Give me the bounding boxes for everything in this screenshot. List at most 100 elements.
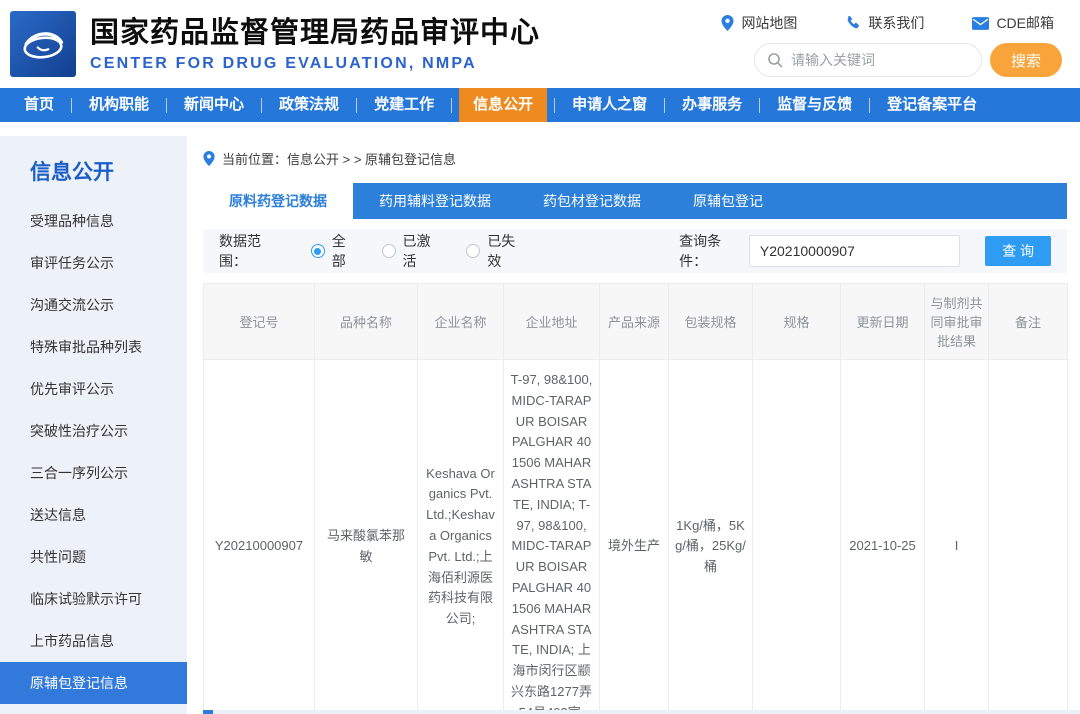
search-input[interactable] bbox=[755, 44, 981, 76]
sidebar-item-common-issues[interactable]: 共性问题 bbox=[0, 536, 187, 578]
search-icon bbox=[767, 52, 783, 68]
nav-divider bbox=[166, 98, 167, 113]
nav-divider bbox=[261, 98, 262, 113]
nav-item-services[interactable]: 办事服务 bbox=[672, 88, 752, 122]
swan-emblem-icon bbox=[15, 16, 71, 72]
cde-logo-icon bbox=[10, 11, 76, 77]
nav-divider bbox=[759, 98, 760, 113]
col-company-address: 企业地址 bbox=[504, 284, 600, 360]
top-links: 网站地图 联系我们 CDE邮箱 bbox=[721, 13, 1054, 33]
tab-api-registration-data[interactable]: 原料药登记数据 bbox=[203, 183, 353, 219]
query-button[interactable]: 查 询 bbox=[985, 236, 1051, 266]
sidebar-item-review-tasks[interactable]: 审评任务公示 bbox=[0, 242, 187, 284]
tab-raw-material-registration[interactable]: 原辅包登记 bbox=[667, 183, 789, 219]
map-pin-icon bbox=[721, 15, 734, 31]
radio-unselected-icon bbox=[382, 244, 396, 258]
scope-label: 数据范围： bbox=[219, 231, 289, 271]
sitemap-label: 网站地图 bbox=[741, 13, 797, 33]
cell-spec bbox=[753, 360, 841, 714]
sidebar-item-marketed-drugs[interactable]: 上市药品信息 bbox=[0, 620, 187, 662]
search-box bbox=[754, 43, 982, 77]
nav-divider bbox=[554, 98, 555, 113]
site-header: 国家药品监督管理局药品审评中心 CENTER FOR DRUG EVALUATI… bbox=[0, 0, 1080, 88]
cell-remarks bbox=[989, 360, 1068, 714]
sidebar-item-breakthrough-therapy[interactable]: 突破性治疗公示 bbox=[0, 410, 187, 452]
cell-update-date: 2021-10-25 bbox=[841, 360, 925, 714]
registration-table: 登记号 品种名称 企业名称 企业地址 产品来源 包装规格 规格 更新日期 与制剂… bbox=[203, 283, 1068, 714]
site-subtitle: CENTER FOR DRUG EVALUATION, NMPA bbox=[90, 55, 540, 73]
col-registration-number: 登记号 bbox=[204, 284, 315, 360]
breadcrumb: 当前位置：信息公开 > > 原辅包登记信息 bbox=[203, 149, 1067, 168]
nav-divider bbox=[356, 98, 357, 113]
radio-unselected-icon bbox=[466, 244, 480, 258]
table-row: Y20210000907 马来酸氯苯那敏 Keshava Organics Pv… bbox=[204, 360, 1068, 714]
tab-excipient-registration-data[interactable]: 药用辅料登记数据 bbox=[353, 183, 517, 219]
cell-company-name: Keshava Organics Pvt. Ltd.;Keshava Organ… bbox=[418, 360, 504, 714]
main-nav: 首页 机构职能 新闻中心 政策法规 党建工作 信息公开 申请人之窗 办事服务 监… bbox=[0, 88, 1080, 122]
contact-label: 联系我们 bbox=[868, 13, 924, 33]
footer-accent bbox=[203, 710, 213, 714]
sitemap-link[interactable]: 网站地图 bbox=[721, 13, 797, 33]
header-right: 网站地图 联系我们 CDE邮箱 搜索 bbox=[721, 11, 1062, 77]
nav-item-news[interactable]: 新闻中心 bbox=[174, 88, 254, 122]
nav-item-home[interactable]: 首页 bbox=[14, 88, 64, 122]
main-area: 信息公开 受理品种信息 审评任务公示 沟通交流公示 特殊审批品种列表 优先审评公… bbox=[0, 136, 1080, 714]
nav-divider bbox=[664, 98, 665, 113]
sidebar-item-communication[interactable]: 沟通交流公示 bbox=[0, 284, 187, 326]
table-header-row: 登记号 品种名称 企业名称 企业地址 产品来源 包装规格 规格 更新日期 与制剂… bbox=[204, 284, 1068, 360]
radio-activated-label: 已激活 bbox=[403, 231, 445, 271]
sidebar-item-delivery-info[interactable]: 送达信息 bbox=[0, 494, 187, 536]
sidebar-item-raw-material-registration[interactable]: 原辅包登记信息 bbox=[0, 662, 187, 704]
query-condition-label: 查询条件： bbox=[679, 231, 749, 271]
col-spec: 规格 bbox=[753, 284, 841, 360]
radio-all-label: 全部 bbox=[332, 231, 360, 271]
radio-expired-label: 已失效 bbox=[487, 231, 529, 271]
sidebar-item-accepted-varieties[interactable]: 受理品种信息 bbox=[0, 200, 187, 242]
cell-variety-name: 马来酸氯苯那敏 bbox=[315, 360, 418, 714]
col-product-source: 产品来源 bbox=[600, 284, 669, 360]
mailbox-label: CDE邮箱 bbox=[996, 13, 1054, 33]
breadcrumb-text: 当前位置：信息公开 > > 原辅包登记信息 bbox=[222, 149, 456, 168]
sidebar-item-three-in-one[interactable]: 三合一序列公示 bbox=[0, 452, 187, 494]
mail-icon bbox=[972, 17, 989, 30]
site-title: 国家药品监督管理局药品审评中心 bbox=[90, 15, 540, 51]
sidebar-item-special-approval[interactable]: 特殊审批品种列表 bbox=[0, 326, 187, 368]
col-company-name: 企业名称 bbox=[418, 284, 504, 360]
contact-link[interactable]: 联系我们 bbox=[845, 13, 924, 33]
tab-bar: 原料药登记数据 药用辅料登记数据 药包材登记数据 原辅包登记 bbox=[203, 183, 1067, 219]
cell-packaging-spec: 1Kg/桶，5Kg/桶，25Kg/桶 bbox=[669, 360, 753, 714]
cell-product-source: 境外生产 bbox=[600, 360, 669, 714]
sidebar-item-priority-review[interactable]: 优先审评公示 bbox=[0, 368, 187, 410]
nav-item-info-disclosure[interactable]: 信息公开 bbox=[459, 88, 547, 122]
cell-registration-number: Y20210000907 bbox=[204, 360, 315, 714]
radio-option-all[interactable]: 全部 bbox=[311, 231, 360, 271]
col-variety-name: 品种名称 bbox=[315, 284, 418, 360]
nav-item-applicant-window[interactable]: 申请人之窗 bbox=[562, 88, 657, 122]
sidebar-title: 信息公开 bbox=[0, 156, 187, 186]
phone-icon bbox=[845, 15, 861, 31]
nav-item-supervision[interactable]: 监督与反馈 bbox=[767, 88, 862, 122]
sidebar-item-clinical-trial[interactable]: 临床试验默示许可 bbox=[0, 578, 187, 620]
filter-bar: 数据范围： 全部 已激活 已失效 查询条件： 查 询 bbox=[203, 229, 1067, 273]
radio-option-expired[interactable]: 已失效 bbox=[466, 231, 529, 271]
nav-divider bbox=[451, 98, 452, 113]
search-button[interactable]: 搜索 bbox=[990, 43, 1062, 77]
nav-item-policies[interactable]: 政策法规 bbox=[269, 88, 349, 122]
col-update-date: 更新日期 bbox=[841, 284, 925, 360]
col-remarks: 备注 bbox=[989, 284, 1068, 360]
tab-packaging-registration-data[interactable]: 药包材登记数据 bbox=[517, 183, 667, 219]
content: 当前位置：信息公开 > > 原辅包登记信息 原料药登记数据 药用辅料登记数据 药… bbox=[187, 136, 1080, 714]
nav-item-functions[interactable]: 机构职能 bbox=[79, 88, 159, 122]
col-packaging-spec: 包装规格 bbox=[669, 284, 753, 360]
location-pin-icon bbox=[203, 151, 215, 166]
cell-joint-review-result: I bbox=[925, 360, 989, 714]
nav-divider bbox=[71, 98, 72, 113]
mailbox-link[interactable]: CDE邮箱 bbox=[972, 13, 1054, 33]
radio-option-activated[interactable]: 已激活 bbox=[382, 231, 445, 271]
nav-item-party[interactable]: 党建工作 bbox=[364, 88, 444, 122]
page: 国家药品监督管理局药品审评中心 CENTER FOR DRUG EVALUATI… bbox=[0, 0, 1080, 714]
query-condition-input[interactable] bbox=[749, 235, 960, 267]
title-block: 国家药品监督管理局药品审评中心 CENTER FOR DRUG EVALUATI… bbox=[90, 15, 540, 73]
nav-divider bbox=[869, 98, 870, 113]
nav-item-registration-platform[interactable]: 登记备案平台 bbox=[877, 88, 987, 122]
